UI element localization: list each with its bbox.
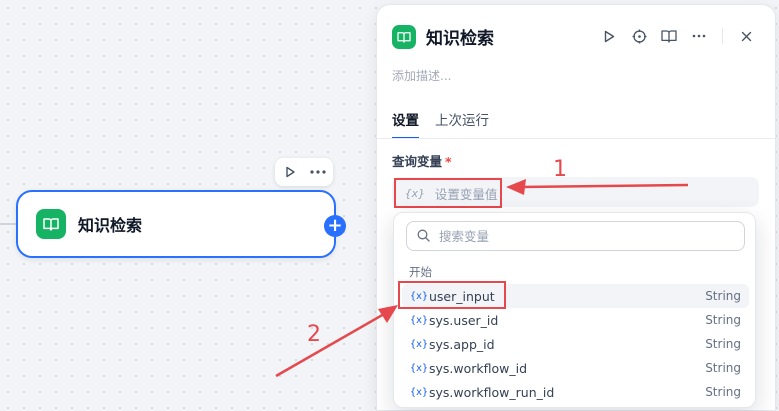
search-icon [417,227,430,246]
panel-tabs: 设置 上次运行 [392,109,489,139]
variable-icon: {x} [410,362,429,374]
variable-list: {x} user_input String {x} sys.user_id St… [398,281,749,404]
variable-item-sys-workflow-run-id[interactable]: {x} sys.workflow_run_id String [402,380,749,404]
required-mark: * [445,154,452,169]
variable-name: sys.workflow_run_id [429,384,555,400]
node-title: 知识检索 [78,216,143,235]
knowledge-retrieval-node[interactable]: 知识检索 [16,190,336,258]
close-icon[interactable] [737,27,755,45]
annotation-label-1: 1 [553,157,567,182]
variable-icon: {x} [405,186,425,200]
annotation-label-2: 2 [307,322,321,347]
variable-icon: {x} [410,386,429,398]
query-variable-select[interactable]: {x} 设置变量值 [392,177,759,208]
more-icon[interactable] [690,27,708,45]
variable-type: String [705,337,741,351]
variable-icon: {x} [410,290,429,302]
tab-settings[interactable]: 设置 [392,109,419,139]
variable-name: sys.user_id [429,312,499,328]
variable-type: String [705,313,741,327]
variable-item-sys-app-id[interactable]: {x} sys.app_id String [402,332,749,356]
query-variable-label: 查询变量 * [392,151,452,170]
arrow-2-shaft [275,312,385,378]
variable-name: user_input [429,288,495,304]
panel-header: 知识检索 [392,24,494,49]
variable-picker-trigger[interactable]: {x} 设置变量值 [394,178,502,208]
more-icon[interactable] [309,163,327,181]
variable-item-user-input[interactable]: {x} user_input String [398,281,749,309]
variable-type: String [705,289,741,303]
variable-item-sys-workflow-id[interactable]: {x} sys.workflow_id String [402,356,749,380]
book-icon [36,209,66,239]
edge-line [0,223,16,225]
variable-name: sys.app_id [429,336,495,352]
group-label-start: 开始 [409,265,432,279]
add-node-button[interactable]: + [324,215,346,237]
variable-name: sys.workflow_id [429,360,528,376]
locate-icon[interactable] [630,27,648,45]
variable-dropdown: 开始 {x} user_input String {x} sys.user_id… [393,212,756,408]
docs-icon[interactable] [660,27,678,45]
variable-type: String [705,385,741,399]
variable-search[interactable] [406,221,745,251]
variable-item-sys-user-id[interactable]: {x} sys.user_id String [402,308,749,332]
variable-type: String [705,361,741,375]
variable-icon: {x} [410,338,429,350]
query-variable-label-text: 查询变量 [392,154,443,169]
variable-icon: {x} [410,314,429,326]
search-input[interactable] [437,227,721,245]
panel-title: 知识检索 [426,29,494,49]
tab-last-run[interactable]: 上次运行 [435,109,489,139]
variable-placeholder: 设置变量值 [434,186,498,202]
panel-actions [600,27,755,45]
run-icon[interactable] [600,27,618,45]
book-icon [392,24,416,49]
node-toolbar [275,158,333,186]
tabs-divider [377,138,775,139]
description-field[interactable]: 添加描述... [392,67,451,84]
play-icon[interactable] [281,163,299,181]
divider [722,28,723,44]
